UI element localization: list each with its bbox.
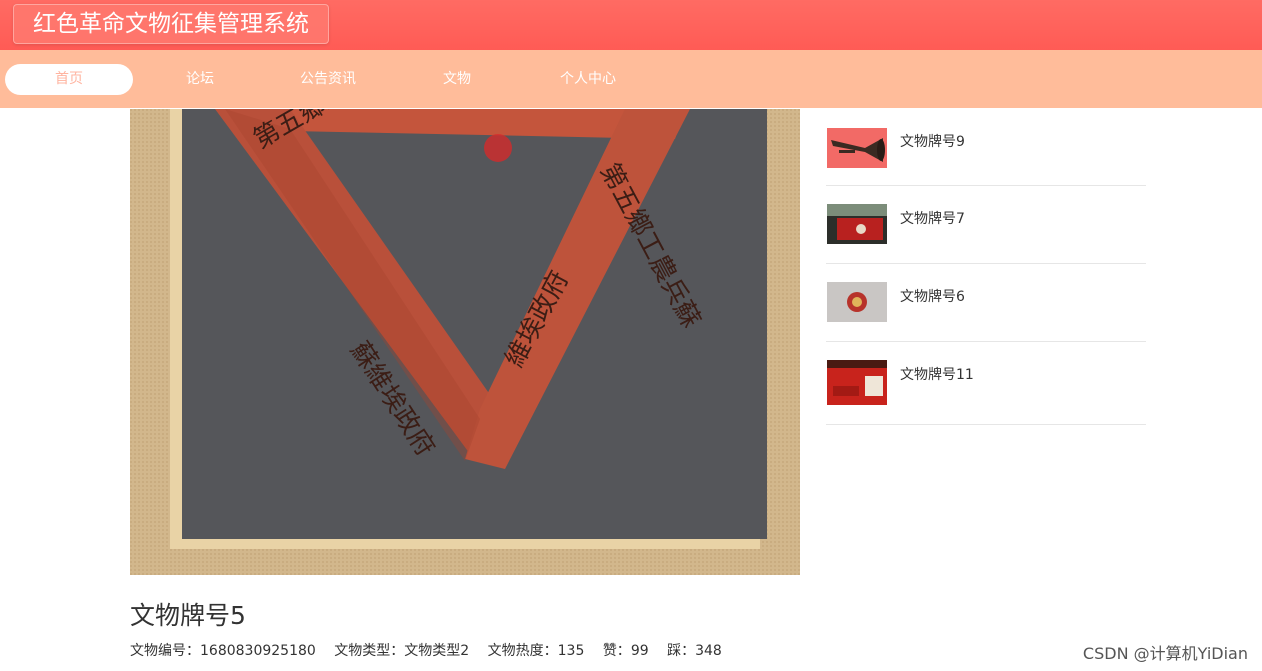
relic-title: 文物牌号5 <box>130 601 246 630</box>
related-relics-list: 文物牌号9 文物牌号7 文物牌号6 文物牌号11 <box>826 109 1146 425</box>
nav-item-relics[interactable]: 文物 <box>407 64 507 95</box>
relic-thumbnail-bugle[interactable] <box>827 128 887 168</box>
nav-item-home[interactable]: 首页 <box>5 64 133 95</box>
list-item-label[interactable]: 文物牌号7 <box>900 208 965 228</box>
relic-thumbnail-document[interactable] <box>827 360 887 405</box>
list-item[interactable]: 文物牌号7 <box>826 186 1146 264</box>
main-nav: 首页 论坛 公告资讯 文物 个人中心 <box>0 50 1262 108</box>
meta-value-id: 1680830925180 <box>200 643 316 659</box>
relic-meta: 文物编号：1680830925180 文物类型：文物类型2 文物热度：135 赞… <box>130 640 736 660</box>
list-item[interactable]: 文物牌号9 <box>826 109 1146 186</box>
mouse-cursor-highlight <box>484 134 512 162</box>
meta-label-like: 赞： <box>602 643 631 659</box>
meta-value-dislike: 348 <box>695 643 722 659</box>
relic-thumbnail-badge[interactable] <box>827 282 887 322</box>
relic-main-image: 第五鄉工農兵 蘇維埃政府 第五鄉工農兵蘇 維埃政府 <box>130 109 800 575</box>
relic-photo: 第五鄉工農兵 蘇維埃政府 第五鄉工農兵蘇 維埃政府 <box>130 109 800 575</box>
top-header: 红色革命文物征集管理系统 <box>0 0 1262 50</box>
meta-value-heat: 135 <box>557 643 585 659</box>
meta-label-id: 文物编号： <box>130 643 200 659</box>
nav-item-forum[interactable]: 论坛 <box>150 64 250 95</box>
meta-label-dislike: 踩： <box>667 643 696 659</box>
meta-value-type: 文物类型2 <box>404 643 470 659</box>
list-item-label[interactable]: 文物牌号9 <box>900 131 965 151</box>
meta-value-like: 99 <box>630 643 649 659</box>
nav-item-news[interactable]: 公告资讯 <box>278 64 378 95</box>
nav-item-profile[interactable]: 个人中心 <box>538 64 638 95</box>
meta-label-type: 文物类型： <box>334 643 405 659</box>
list-item-label[interactable]: 文物牌号11 <box>900 364 974 384</box>
list-item[interactable]: 文物牌号6 <box>826 264 1146 342</box>
site-title[interactable]: 红色革命文物征集管理系统 <box>13 4 329 44</box>
list-item[interactable]: 文物牌号11 <box>826 342 1146 425</box>
relic-thumbnail-red-box[interactable] <box>827 204 887 244</box>
watermark: CSDN @计算机YiDian <box>1082 644 1248 663</box>
meta-label-heat: 文物热度： <box>487 643 558 659</box>
list-item-label[interactable]: 文物牌号6 <box>900 286 965 306</box>
